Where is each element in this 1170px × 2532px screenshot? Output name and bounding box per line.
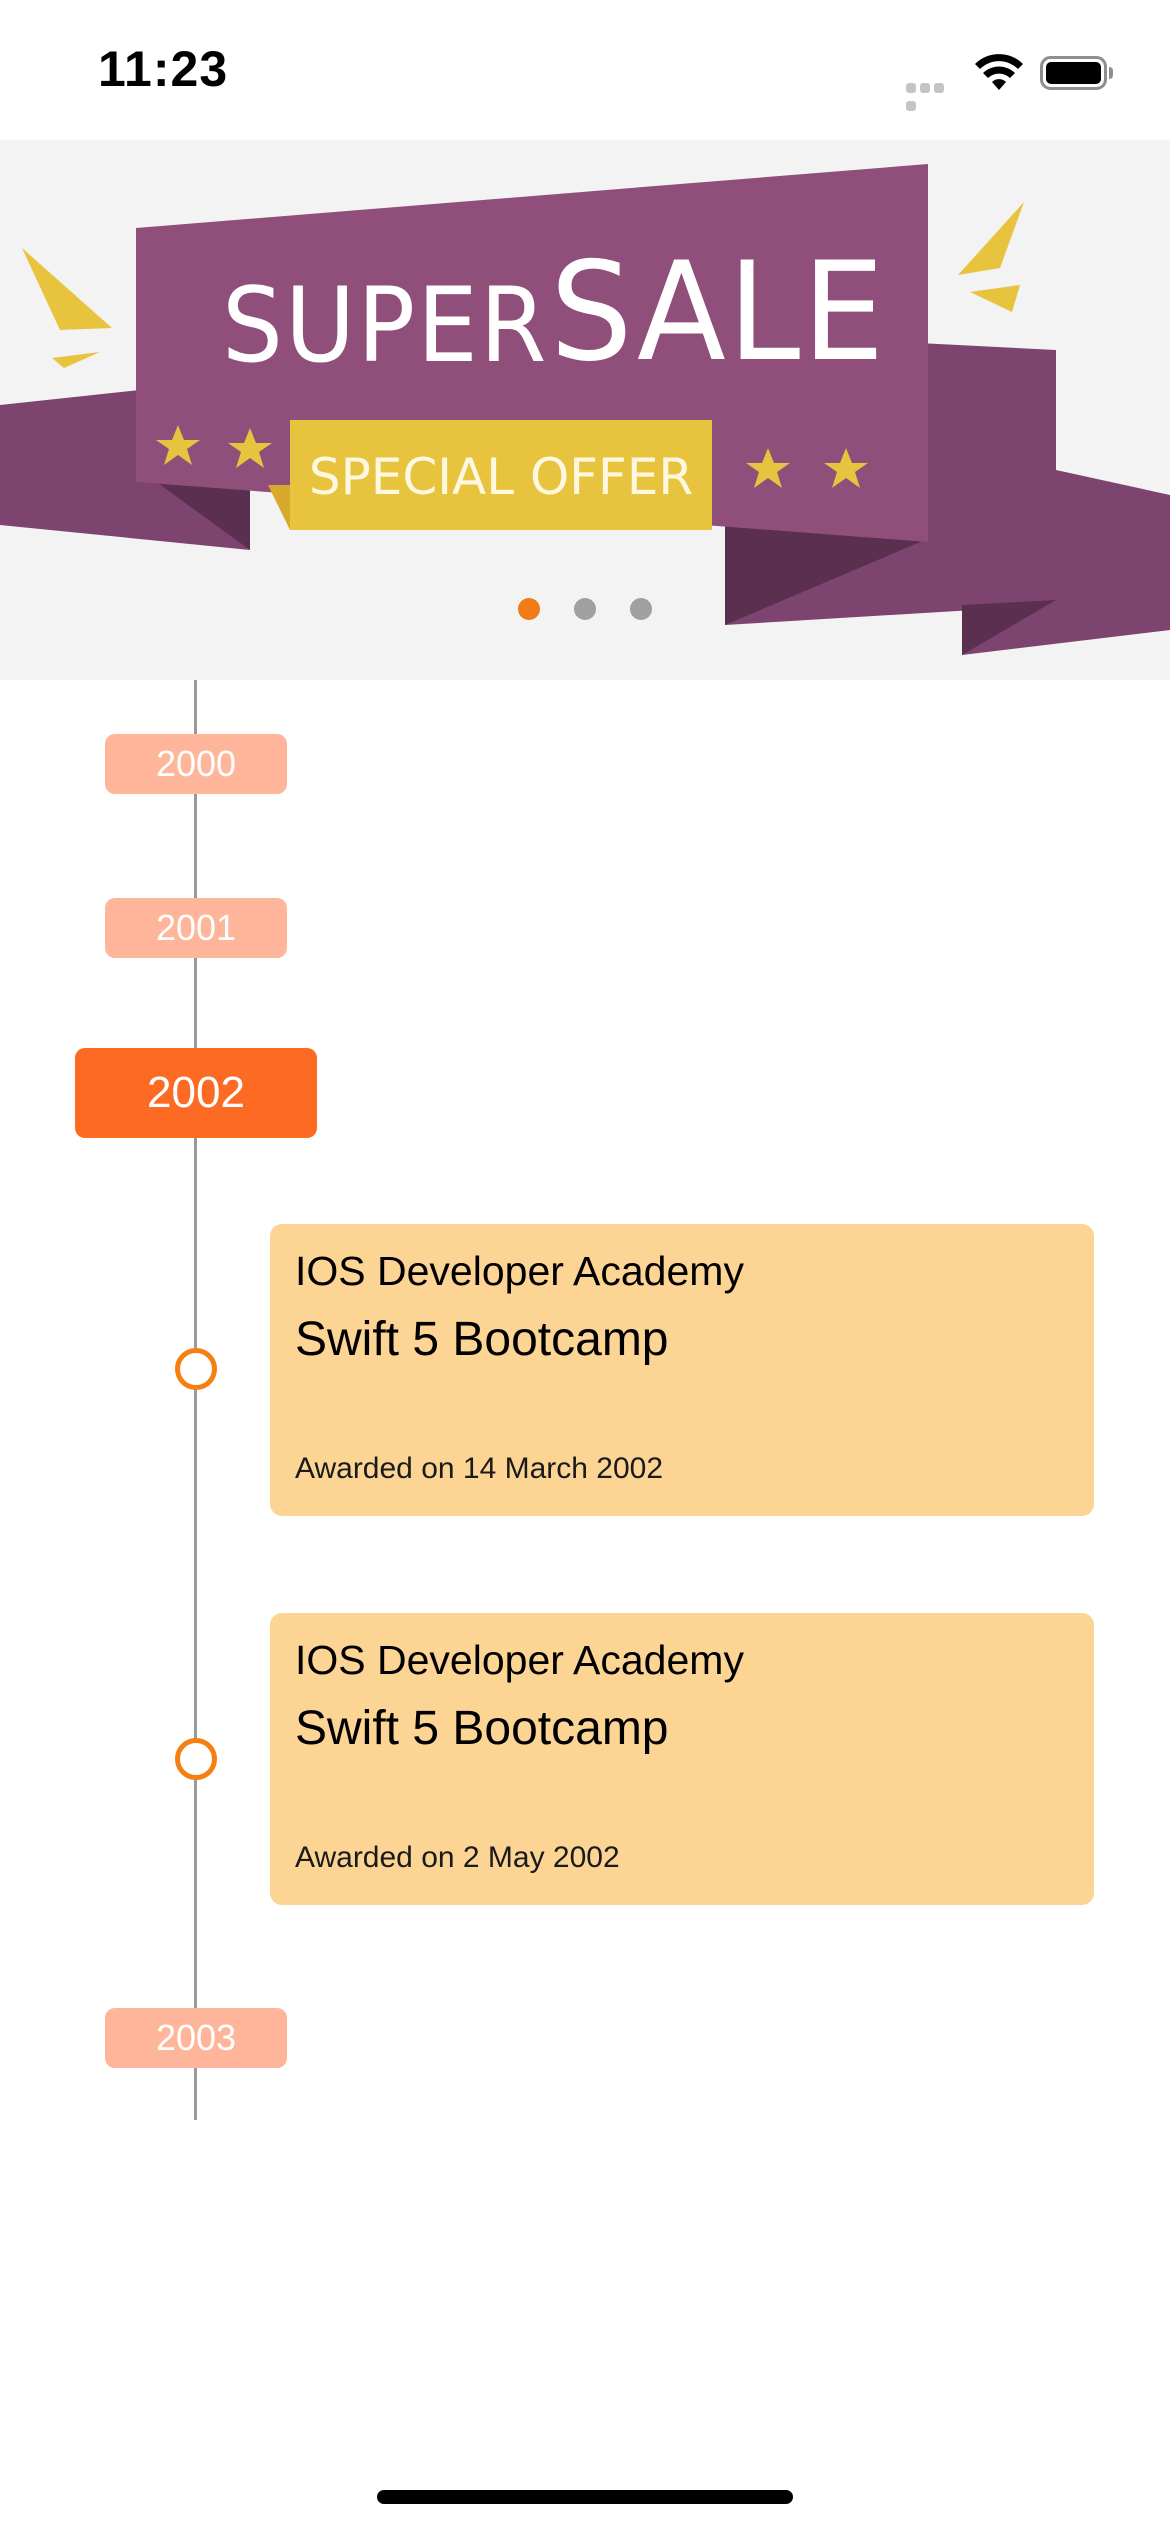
timeline: 2000 2001 2002 IOS Developer Academy Swi…	[0, 680, 1170, 2180]
award-card[interactable]: IOS Developer Academy Swift 5 Bootcamp A…	[270, 1613, 1094, 1905]
year-tag-2000[interactable]: 2000	[105, 734, 287, 794]
status-bar: 11:23	[0, 0, 1170, 140]
page-dot-2[interactable]	[574, 598, 596, 620]
award-organization: IOS Developer Academy	[295, 1248, 744, 1294]
timeline-line	[194, 680, 197, 2120]
award-card[interactable]: IOS Developer Academy Swift 5 Bootcamp A…	[270, 1224, 1094, 1516]
year-tag-2001[interactable]: 2001	[105, 898, 287, 958]
award-organization: IOS Developer Academy	[295, 1637, 744, 1683]
year-tag-2003[interactable]: 2003	[105, 2008, 287, 2068]
home-indicator[interactable]	[377, 2490, 793, 2504]
banner-title-super: SUPER	[222, 265, 549, 386]
page-dot-3[interactable]	[630, 598, 653, 620]
signal-icon	[906, 80, 960, 111]
award-course: Swift 5 Bootcamp	[295, 1313, 669, 1366]
year-tag-2002-selected[interactable]: 2002	[75, 1048, 317, 1138]
award-course: Swift 5 Bootcamp	[295, 1702, 669, 1755]
banner-title-sale: SALE	[550, 232, 887, 392]
page-indicator[interactable]	[0, 598, 1170, 625]
award-date: Awarded on 14 March 2002	[295, 1452, 664, 1485]
timeline-node	[175, 1738, 217, 1780]
award-date: Awarded on 2 May 2002	[295, 1841, 620, 1874]
timeline-node	[175, 1348, 217, 1390]
banner-special-offer: SPECIAL OFFER	[308, 448, 694, 506]
promo-banner[interactable]: SUPER SALE SPECIAL OFFER	[0, 140, 1170, 680]
battery-icon	[1040, 56, 1113, 90]
page-dot-1[interactable]	[517, 598, 540, 620]
wifi-icon	[975, 54, 1023, 90]
status-time: 11:23	[98, 41, 229, 97]
